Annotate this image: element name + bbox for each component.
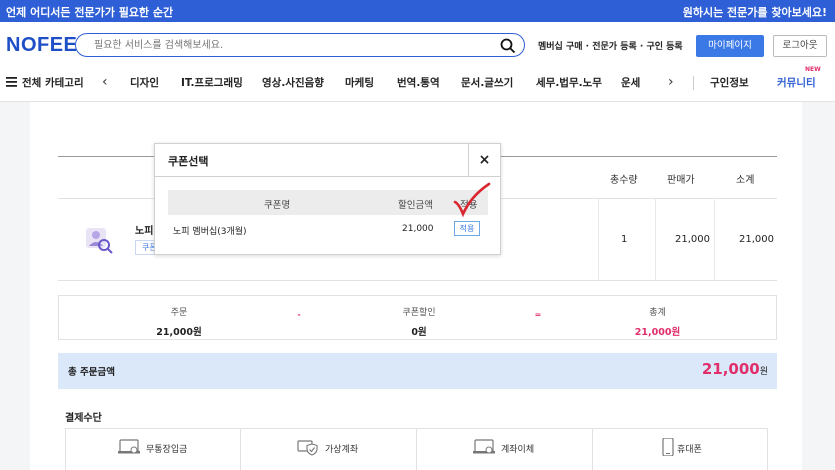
close-icon[interactable]: × (468, 144, 500, 176)
site-logo[interactable]: NOFEE (6, 34, 77, 57)
nav-item-video[interactable]: 영상.사진음향 (262, 75, 324, 90)
summary-coupon-label: 쿠폰할인 (402, 308, 436, 318)
total-order-amount-value: 21,000 (701, 360, 760, 378)
bank-deposit-icon (118, 439, 140, 454)
nav-item-community[interactable]: 커뮤니티 (777, 75, 816, 90)
promo-right-link[interactable]: 원하시는 전문가를 찾아보세요! (683, 4, 827, 20)
row-subtotal: 21,000 (739, 234, 774, 245)
payment-option-transfer[interactable]: 계좌이체 (417, 429, 593, 470)
price-summary-box: 주문 21,000원 - 쿠폰할인 0원 = 총계 21,000원 (58, 295, 777, 340)
payment-label: 계좌이체 (501, 445, 535, 455)
header-links[interactable]: 멤버십 구매 · 전문가 등록 · 구인 등록 (538, 39, 683, 52)
search-bar (75, 33, 525, 57)
summary-order-value: 21,000원 (156, 327, 202, 338)
summary-coupon-value: 0원 (411, 327, 427, 338)
summary-order-label: 주문 (170, 308, 188, 318)
promo-left-text: 언제 어디서든 전문가가 필요한 순간 (6, 6, 174, 19)
bank-transfer-icon (473, 439, 495, 454)
summary-order: 주문 21,000원 (59, 296, 299, 341)
total-order-unit: 원 (759, 367, 768, 377)
mobile-phone-icon (662, 438, 674, 456)
product-name: 노피 (135, 226, 154, 237)
payment-method-title: 결제수단 (65, 413, 102, 424)
nav-item-translation[interactable]: 번역.통역 (397, 75, 440, 90)
coupon-col-name: 쿠폰명 (264, 200, 291, 211)
nav-item-writing[interactable]: 문서.글쓰기 (461, 75, 513, 90)
nav-item-design[interactable]: 디자인 (130, 75, 159, 90)
payment-label: 무통장입금 (146, 445, 188, 455)
nav-next-chevron-icon[interactable]: › (668, 74, 674, 90)
table-column-divider (714, 198, 715, 280)
search-input[interactable] (94, 37, 494, 54)
shield-check-icon (297, 440, 318, 456)
payment-option-bank-deposit[interactable]: 무통장입금 (66, 429, 241, 470)
summary-total-label: 총계 (649, 308, 666, 318)
total-order-amount: 21,000원 (702, 360, 768, 378)
col-header-subtotal: 소계 (736, 175, 755, 186)
nav-item-marketing[interactable]: 마케팅 (345, 75, 374, 90)
table-column-divider (655, 198, 656, 280)
nav-item-fortune[interactable]: 운세 (621, 75, 640, 90)
total-order-bar: 총 주문금액 21,000원 (58, 353, 777, 389)
payment-label: 휴대폰 (677, 445, 702, 455)
total-order-label: 총 주문금액 (68, 367, 116, 378)
category-nav: 전체 카테고리 ‹ 디자인 IT.프로그래밍 영상.사진음향 마케팅 번역.통역… (0, 66, 835, 102)
mypage-button[interactable]: 마이페이지 (696, 35, 764, 57)
site-header: NOFEE 멤버십 구매 · 전문가 등록 · 구인 등록 마이페이지 로그아웃… (0, 22, 835, 102)
top-promo-bar: 언제 어디서든 전문가가 필요한 순간 원하시는 전문가를 찾아보세요! (0, 0, 835, 22)
coupon-row-name: 노피 멤버십(3개월) (173, 227, 247, 237)
col-header-price: 판매가 (667, 175, 695, 186)
coupon-select-modal: 쿠폰선택 × 쿠폰명 할인금액 적용 노피 멤버십(3개월) 21,000 적용 (154, 143, 501, 255)
payment-option-virtual-account[interactable]: 가상계좌 (241, 429, 417, 470)
coupon-col-discount: 할인금액 (398, 200, 433, 211)
nav-prev-chevron-icon[interactable]: ‹ (102, 74, 108, 90)
table-column-divider (598, 198, 599, 280)
row-price: 21,000 (675, 234, 710, 245)
row-qty: 1 (621, 234, 628, 245)
payment-label: 가상계좌 (325, 445, 359, 455)
nav-item-it[interactable]: IT.프로그래밍 (181, 75, 243, 90)
nav-item-jobs[interactable]: 구인정보 (710, 75, 749, 90)
payment-method-options: 무통장입금 가상계좌 계좌이체 휴대폰 (65, 428, 768, 470)
summary-total-value: 21,000원 (634, 327, 681, 338)
col-header-qty: 총수량 (610, 175, 638, 186)
table-bottom-border (58, 280, 777, 281)
coupon-row-discount: 21,000 (402, 224, 434, 234)
nav-divider (693, 76, 694, 90)
product-thumbnail-icon (86, 228, 113, 254)
search-icon[interactable] (500, 38, 516, 54)
all-categories-menu[interactable]: 전체 카테고리 (22, 75, 84, 90)
summary-total: 총계 21,000원 (539, 296, 776, 341)
payment-option-mobile[interactable]: 휴대폰 (593, 429, 769, 470)
summary-coupon: 쿠폰할인 0원 (299, 296, 539, 341)
hamburger-menu-icon[interactable] (6, 77, 17, 87)
coupon-table-header: 쿠폰명 할인금액 적용 (168, 190, 488, 215)
nav-item-tax-law[interactable]: 세무.법무.노무 (536, 75, 602, 90)
modal-divider (155, 176, 500, 177)
red-checkmark-icon (453, 182, 491, 218)
new-badge: NEW (805, 66, 821, 73)
logout-button[interactable]: 로그아웃 (773, 35, 827, 57)
modal-title: 쿠폰선택 (168, 155, 209, 168)
